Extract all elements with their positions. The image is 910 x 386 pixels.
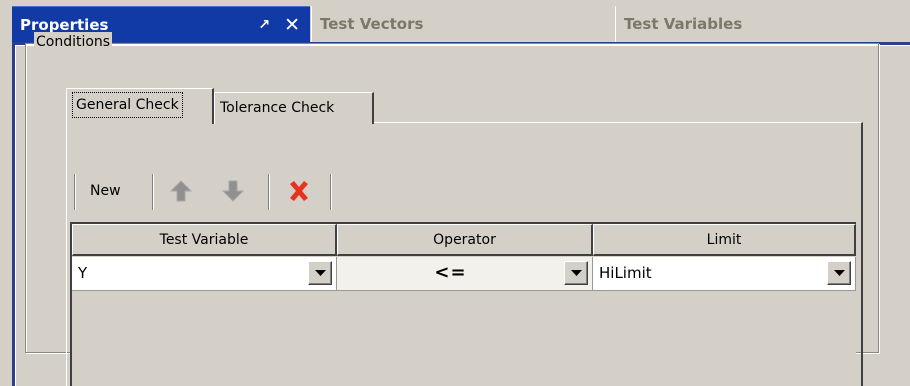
document-tab-strip: Properties ↗ ✕ Test Vectors Test Variabl… (0, 0, 910, 44)
toolbar-separator (268, 174, 270, 210)
delete-icon[interactable] (286, 178, 312, 204)
tab-tolerance-check[interactable]: Tolerance Check (214, 92, 374, 124)
chevron-down-icon (834, 270, 845, 276)
tab-test-vectors-label: Test Vectors (320, 15, 424, 33)
tab-general-check-label: General Check (72, 92, 183, 118)
toolbar-separator (152, 174, 154, 210)
column-header-limit[interactable]: Limit (593, 224, 856, 256)
cell-test-variable[interactable]: Y (72, 257, 337, 291)
tab-properties-buttons: ↗ ✕ (258, 7, 300, 43)
close-icon[interactable]: ✕ (284, 7, 300, 43)
operator-value: <= (434, 262, 467, 283)
new-button[interactable]: New (84, 178, 127, 204)
test-variable-value: Y (78, 264, 88, 282)
tab-test-vectors[interactable]: Test Vectors (311, 6, 614, 42)
operator-dropdown-button[interactable] (564, 261, 588, 285)
limit-value: HiLimit (599, 264, 652, 282)
arrow-up-icon[interactable] (168, 178, 194, 204)
tab-tolerance-check-label: Tolerance Check (220, 100, 335, 116)
tab-test-variables-label: Test Variables (624, 15, 743, 33)
tab-test-variables[interactable]: Test Variables (615, 6, 910, 42)
conditions-title: Conditions (34, 32, 113, 52)
cell-limit[interactable]: HiLimit (593, 257, 856, 291)
column-header-operator[interactable]: Operator (337, 224, 593, 256)
conditions-toolbar: New (72, 170, 858, 210)
arrow-down-icon[interactable] (220, 178, 246, 204)
pin-icon[interactable]: ↗ (258, 7, 270, 43)
column-header-test-variable[interactable]: Test Variable (72, 224, 337, 256)
conditions-grid: Test Variable Operator Limit Y <= HiLimi… (70, 222, 856, 386)
test-variable-dropdown-button[interactable] (308, 261, 332, 285)
chevron-down-icon (315, 270, 326, 276)
chevron-down-icon (571, 270, 582, 276)
limit-dropdown-button[interactable] (827, 261, 851, 285)
app-window: Properties ↗ ✕ Test Vectors Test Variabl… (0, 0, 910, 386)
toolbar-separator (330, 174, 332, 210)
toolbar-separator (74, 174, 76, 210)
tab-general-check[interactable]: General Check (66, 88, 214, 124)
cell-operator[interactable]: <= (337, 257, 593, 291)
